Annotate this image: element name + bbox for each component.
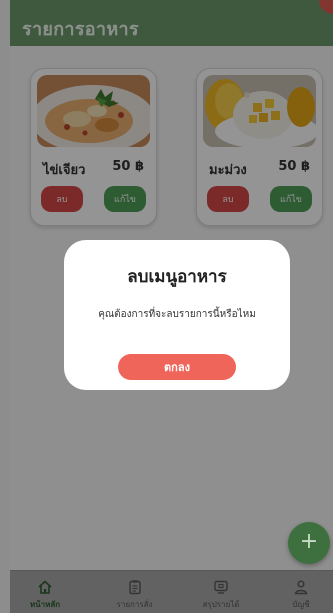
dialog-title: ลบเมนูอาหาร xyxy=(127,267,227,287)
dialog-message: คุณต้องการที่จะลบรายการนี้หรือไหม xyxy=(98,309,256,320)
add-menu-button[interactable]: + xyxy=(288,522,330,564)
confirm-button[interactable]: ตกลง xyxy=(118,354,236,380)
app-screen: รายการอาหาร ไข่เจียว 50 ฿ ลบ แก้ไข มะม่ว… xyxy=(0,0,333,613)
modal-overlay[interactable]: ลบเมนูอาหาร คุณต้องการที่จะลบรายการนี้หร… xyxy=(0,0,333,613)
confirm-delete-dialog: ลบเมนูอาหาร คุณต้องการที่จะลบรายการนี้หร… xyxy=(64,240,290,390)
